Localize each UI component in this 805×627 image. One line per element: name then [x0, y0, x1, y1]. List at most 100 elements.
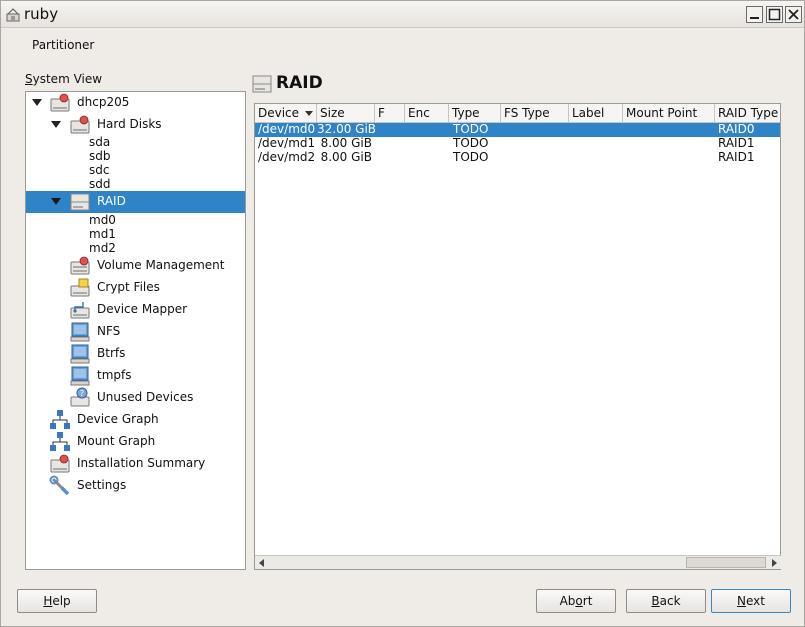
expand-arrow-icon[interactable]: [32, 99, 42, 107]
settings-wrench-icon: [49, 475, 70, 496]
tree-item-nfs[interactable]: NFS: [26, 321, 245, 343]
tree-label-crypt-files: Crypt Files: [97, 280, 160, 294]
cell-raid-type: RAID1: [718, 150, 755, 164]
back-label: ack: [659, 594, 681, 608]
raid-table[interactable]: Device Size F Enc Type FS Type Label Mou…: [254, 103, 781, 570]
cell-type: TODO: [453, 122, 489, 136]
partitioner-heading: Partitioner: [32, 38, 95, 52]
column-header-device[interactable]: Device: [255, 104, 317, 123]
nfs-icon: [70, 322, 90, 342]
raid-icon: [70, 193, 90, 211]
tree-item-settings[interactable]: Settings: [26, 475, 245, 497]
cell-device: /dev/md2: [258, 150, 316, 164]
expand-arrow-icon[interactable]: [51, 198, 61, 206]
column-header-enc[interactable]: Enc: [405, 104, 449, 123]
sort-descending-icon: [305, 111, 313, 116]
close-button[interactable]: [785, 6, 802, 23]
mount-graph-icon: [50, 432, 70, 451]
table-row[interactable]: /dev/md1 8.00 GiB TODO RAID1: [255, 136, 780, 151]
tree-item-device-graph[interactable]: Device Graph: [26, 409, 245, 431]
column-header-type[interactable]: Type: [449, 104, 501, 123]
table-header: Device Size F Enc Type FS Type Label Mou…: [255, 104, 780, 123]
back-button[interactable]: Back: [626, 589, 706, 613]
btrfs-icon: [70, 344, 90, 364]
table-row[interactable]: /dev/md0 32.00 GiB TODO RAID0: [255, 122, 780, 137]
tree-label-nfs: NFS: [97, 324, 121, 338]
cell-device: /dev/md0: [258, 122, 316, 136]
tree-item-dhcp205[interactable]: dhcp205: [26, 92, 245, 114]
next-mnemonic: N: [737, 594, 746, 608]
tree-item-btrfs[interactable]: Btrfs: [26, 343, 245, 365]
system-view-label-text: ystem View: [32, 72, 103, 86]
abort-button[interactable]: Abort: [536, 589, 616, 613]
tree-label-device-graph: Device Graph: [77, 412, 159, 426]
minimize-button[interactable]: [746, 6, 763, 23]
table-row[interactable]: /dev/md2 8.00 GiB TODO RAID1: [255, 150, 780, 165]
cell-device: /dev/md1: [258, 136, 316, 150]
tree-item-device-mapper[interactable]: Device Mapper: [26, 299, 245, 321]
system-view-tree[interactable]: dhcp205 Hard Disks sda sdb sdc sdd RAID: [25, 91, 246, 570]
tree-item-raid[interactable]: RAID: [26, 191, 245, 213]
help-button[interactable]: Help: [17, 589, 97, 613]
maximize-button[interactable]: [766, 6, 783, 23]
scrollbar-thumb[interactable]: [686, 557, 766, 568]
tmpfs-icon: [70, 366, 90, 386]
horizontal-scrollbar[interactable]: [255, 555, 781, 569]
tree-label-installation-summary: Installation Summary: [77, 456, 206, 470]
column-header-f[interactable]: F: [375, 104, 405, 123]
column-header-label: Device: [258, 106, 300, 120]
tree-item-installation-summary[interactable]: Installation Summary: [26, 453, 245, 475]
tree-item-tmpfs[interactable]: tmpfs: [26, 365, 245, 387]
tree-item-volume-management[interactable]: Volume Management: [26, 255, 245, 277]
tree-item-sdb[interactable]: sdb: [89, 149, 111, 163]
window-title: ruby: [24, 5, 59, 23]
tree-item-unused-devices[interactable]: ? Unused Devices: [26, 387, 245, 409]
tree-item-hard-disks[interactable]: Hard Disks: [26, 114, 245, 136]
tree-label-btrfs: Btrfs: [97, 346, 126, 360]
tree-label-raid: RAID: [97, 194, 126, 208]
expand-arrow-icon[interactable]: [51, 121, 61, 129]
tree-item-md1[interactable]: md1: [89, 227, 116, 241]
scroll-right-arrow-icon[interactable]: [767, 556, 781, 570]
back-mnemonic: B: [651, 594, 660, 608]
tree-item-sdc[interactable]: sdc: [89, 163, 109, 177]
column-header-mount-point[interactable]: Mount Point: [623, 104, 715, 123]
tree-label-tmpfs: tmpfs: [97, 368, 132, 382]
device-mapper-icon: [70, 302, 90, 319]
tree-item-md0[interactable]: md0: [89, 213, 116, 227]
tree-label-settings: Settings: [77, 478, 127, 492]
help-mnemonic: H: [43, 594, 53, 608]
tree-label-volume-management: Volume Management: [97, 258, 225, 272]
volume-management-icon: [70, 256, 90, 275]
cell-size: 8.00 GiB: [320, 136, 372, 150]
system-view-label: System View: [25, 72, 102, 86]
cell-type: TODO: [453, 150, 489, 164]
maximize-icon: [768, 8, 781, 21]
scroll-left-arrow-icon[interactable]: [255, 556, 269, 570]
crypt-files-icon: [70, 278, 90, 297]
tree-label-mount-graph: Mount Graph: [77, 434, 156, 448]
cell-size: 32.00 GiB: [317, 122, 377, 136]
column-header-fs-type[interactable]: FS Type: [501, 104, 569, 123]
ruby-app-icon: [6, 8, 20, 22]
title-bar[interactable]: ruby: [1, 1, 804, 28]
help-label: elp: [52, 594, 71, 608]
column-header-size[interactable]: Size: [317, 104, 375, 123]
page-title: RAID: [276, 73, 323, 93]
tree-item-md2[interactable]: md2: [89, 241, 116, 255]
abort-mnemonic: o: [575, 594, 583, 608]
cell-raid-type: RAID1: [718, 136, 755, 150]
next-label: ext: [746, 594, 765, 608]
minimize-icon: [750, 17, 759, 19]
column-header-label[interactable]: Label: [569, 104, 623, 123]
tree-item-sda[interactable]: sda: [89, 135, 110, 149]
close-icon: [788, 9, 799, 20]
tree-item-crypt-files[interactable]: Crypt Files: [26, 277, 245, 299]
tree-item-mount-graph[interactable]: Mount Graph: [26, 431, 245, 453]
system-view-mnemonic: S: [25, 72, 33, 86]
next-button[interactable]: Next: [711, 589, 791, 613]
hard-disk-icon: [70, 115, 90, 134]
column-header-raid-type[interactable]: RAID Type: [715, 104, 780, 123]
raid-heading-icon: [252, 75, 272, 93]
tree-item-sdd[interactable]: sdd: [89, 177, 111, 191]
